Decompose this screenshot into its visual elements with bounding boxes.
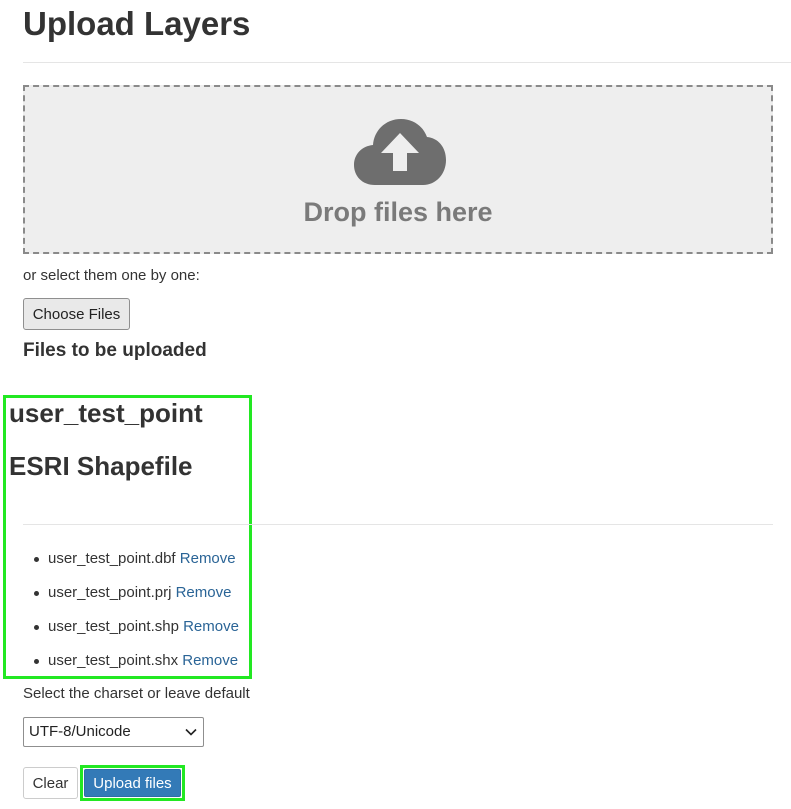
choose-files-button[interactable]: Choose Files (23, 298, 130, 330)
list-item: user_test_point.shp Remove (34, 616, 239, 650)
list-item: user_test_point.dbf Remove (34, 548, 239, 582)
remove-link[interactable]: Remove (176, 584, 232, 601)
select-hint: or select them one by one: (23, 267, 200, 284)
list-item: user_test_point.shx Remove (34, 650, 239, 684)
charset-label: Select the charset or leave default (23, 685, 250, 702)
remove-link[interactable]: Remove (182, 652, 238, 669)
dropzone-text: Drop files here (303, 197, 493, 227)
file-list: user_test_point.dbf Remove user_test_poi… (34, 548, 239, 684)
file-name: user_test_point.prj (48, 584, 172, 601)
remove-link[interactable]: Remove (183, 618, 239, 635)
clear-button[interactable]: Clear (23, 767, 78, 799)
upload-files-button[interactable]: Upload files (84, 769, 181, 797)
cloud-upload-icon (354, 119, 446, 185)
file-name: user_test_point.shx (48, 652, 179, 669)
files-heading: Files to be uploaded (23, 340, 207, 361)
layer-divider (23, 524, 773, 525)
file-name: user_test_point.shp (48, 618, 179, 635)
file-dropzone[interactable]: Drop files here (23, 85, 773, 254)
remove-link[interactable]: Remove (180, 550, 236, 567)
layer-type: ESRI Shapefile (9, 451, 193, 481)
page-title: Upload Layers (23, 5, 251, 42)
list-item: user_test_point.prj Remove (34, 582, 239, 616)
layer-name: user_test_point (9, 398, 203, 428)
charset-selected-value: UTF-8/Unicode (29, 723, 131, 740)
charset-select[interactable]: UTF-8/Unicode (23, 717, 204, 747)
file-name: user_test_point.dbf (48, 550, 176, 567)
chevron-down-icon (185, 728, 197, 736)
title-divider (23, 62, 791, 63)
